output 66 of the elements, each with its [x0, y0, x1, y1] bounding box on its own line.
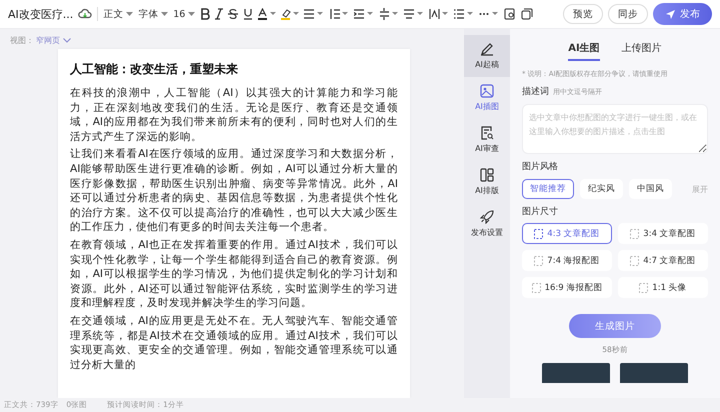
image-icon	[480, 84, 494, 98]
paragraph: 在交通领域，AI的应用更是无处不在。无人驾驶汽车、智能交通管理系统等，都是AI技术在交通领域的应用。通过AI技术，我们可以实现更高效、更安全的交通管理。例如，智能交通管理系统可以通过分析大量的	[70, 314, 398, 372]
letter-spacing-icon[interactable]	[429, 8, 450, 20]
cloud-icon[interactable]	[78, 8, 92, 20]
size-label: 图片尺寸	[522, 206, 559, 218]
bold-icon[interactable]	[200, 8, 210, 20]
style-option[interactable]: 纪实风	[580, 179, 623, 199]
highlighter-icon[interactable]	[281, 8, 300, 20]
prompt-label: 描述词	[522, 86, 549, 98]
paragraph-spacing-icon[interactable]	[379, 8, 400, 20]
indent-icon[interactable]	[354, 8, 374, 20]
size-option[interactable]: 7:4 海报配图	[522, 250, 612, 271]
image-search-icon[interactable]	[504, 8, 516, 20]
size-option[interactable]: 4:3 文章配图	[522, 223, 612, 244]
frame-icon	[534, 228, 544, 238]
caret-icon	[188, 12, 196, 16]
align-icon[interactable]	[304, 8, 324, 20]
caret-icon	[126, 12, 134, 16]
panel-tab[interactable]: AI生图	[568, 41, 600, 61]
frame-icon	[534, 256, 544, 266]
pen-icon	[480, 42, 494, 56]
paragraph: 让我们来看看AI在医疗领域的应用。通过深度学习和大数据分析，AI能够帮助医生进行更准确的诊断。例如，AI可以通过分析大量的医疗影像数据，帮助医生识别出肿瘤、病变等异常情况。此外，AI还可以通过分析患者的病史、基因信息等数据，为患者提供个性化的治疗方案。这不仅可以提高治疗的准确性，也可以大大减少医生的工作压力，使他们有更多的时间去关注每一个患者。	[70, 147, 398, 235]
sync-button[interactable]: 同步	[608, 4, 648, 24]
frame-icon	[630, 228, 640, 238]
photo-placeholder	[542, 363, 610, 383]
rail-tab[interactable]: AI起稿	[464, 35, 510, 77]
list-icon[interactable]	[454, 8, 474, 20]
paragraph-style-dropdown[interactable]: 正文	[103, 8, 134, 20]
line-spacing-icon[interactable]	[329, 8, 350, 20]
size-option[interactable]: 16:9 海报配图	[522, 277, 612, 298]
rail-tab[interactable]: AI插图	[464, 77, 510, 119]
preview-button[interactable]: 预览	[563, 4, 603, 24]
strikethrough-icon[interactable]	[228, 8, 238, 20]
frame-icon	[532, 282, 541, 292]
font-size-dropdown[interactable]: 16	[173, 8, 196, 20]
send-icon	[665, 8, 676, 20]
size-option[interactable]: 3:4 文章配图	[618, 223, 708, 244]
caret-icon	[161, 12, 168, 16]
photo-placeholder	[620, 363, 688, 383]
frame-icon	[639, 282, 648, 292]
size-option[interactable]: 1:1 头像	[618, 277, 708, 298]
chevron-down-icon	[63, 38, 71, 42]
rocket-icon	[480, 210, 494, 224]
style-label: 图片风格	[522, 160, 559, 173]
paragraph: 在科技的浪潮中，人工智能（AI）以其强大的计算能力和学习能力，正在深刻地改变我们的生活。无论是医疗、教育还是交通领域，AI的应用都在为我们带来前所未有的便利，同时也对人们的生活方式产生了深远的影响。	[70, 86, 398, 144]
rail-tab[interactable]: AI排版	[464, 161, 510, 203]
font-dropdown[interactable]: 字体	[138, 8, 168, 20]
layout-icon	[480, 168, 494, 182]
style-option[interactable]: 中国风	[629, 179, 672, 199]
italic-icon[interactable]	[215, 8, 224, 20]
paragraph: 在教育领域，AI也正在发挥着重要的作用。通过AI技术，我们可以实现个性化教学，让每一个学生都能得到适合自己的教育资源。例如，AI可以根据学生的学习情况，为他们提供定制化的学习计划和资源。此外，AI还可以通过智能评估系统，实时监测学生的学习进度和理解程度，及时发现并解决学生的学习问题。	[70, 238, 398, 311]
strike-align-icon[interactable]	[404, 8, 424, 20]
frame-icon	[630, 256, 640, 266]
document-search-icon	[480, 126, 494, 140]
view-label: 视图：	[10, 34, 34, 46]
underline-icon[interactable]	[243, 8, 254, 20]
size-option[interactable]: 4:7 文章配图	[618, 250, 708, 271]
copy-icon[interactable]	[521, 8, 534, 20]
style-option[interactable]: 智能推荐	[522, 179, 574, 199]
publish-button[interactable]: 发布	[653, 3, 712, 25]
article-title: 人工智能：改变生活，重塑未来	[70, 61, 239, 78]
rail-tab[interactable]: AI审查	[464, 119, 510, 161]
panel-tab[interactable]: 上传图片	[622, 41, 662, 61]
text-color-icon[interactable]	[258, 8, 276, 20]
rail-tab[interactable]: 发布设置	[464, 203, 510, 245]
document-title[interactable]: AI改变医疗...	[8, 6, 74, 22]
